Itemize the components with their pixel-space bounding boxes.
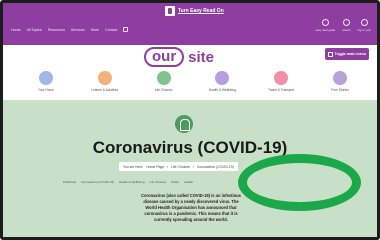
site-header: Turn Easy Read On Home All Topics Resour…	[3, 3, 377, 45]
annotation-circle	[238, 154, 361, 211]
util-label: easy read guide	[315, 28, 336, 32]
bus-icon	[274, 71, 289, 85]
nav-item-contact[interactable]: Contact	[105, 28, 117, 32]
easy-read-guide-button[interactable]: easy read guide	[315, 19, 335, 32]
util-label: search	[342, 28, 351, 32]
tag-item[interactable]: Health & Wellbeing	[119, 180, 144, 184]
device-screen: Turn Easy Read On Home All Topics Resour…	[0, 0, 380, 240]
category-travel[interactable]: Travel & Transport	[258, 71, 304, 92]
breadcrumb-separator: /	[167, 164, 169, 169]
category-navigation: Your Home Leisure & Activities Life Choi…	[23, 71, 363, 92]
category-label: Health & Wellbeing	[208, 88, 236, 92]
category-free-stories[interactable]: Free Stories	[317, 71, 363, 92]
balloon-icon	[97, 71, 112, 85]
topic-ribbon-icon	[175, 115, 193, 133]
toggle-menu-label: Toggle main menu	[334, 52, 366, 56]
breadcrumb-prefix: You are here:	[123, 164, 144, 169]
nav-item-work[interactable]: Work	[91, 28, 99, 32]
nav-item-home[interactable]: Home	[11, 28, 21, 32]
site-logo[interactable]: our site	[144, 47, 214, 67]
category-label: Your Home	[38, 88, 54, 92]
tag-item[interactable]: Coronavirus (COVID-19)	[81, 180, 114, 184]
util-label: log in / join	[357, 28, 371, 32]
easy-read-label: Turn Easy Read On	[178, 8, 224, 14]
easy-read-icon	[165, 6, 175, 16]
category-leisure[interactable]: Leisure & Activities	[82, 71, 128, 92]
category-label: Free Stories	[331, 88, 349, 92]
question-icon	[321, 19, 329, 26]
article-intro: Coronavirus (also called COVID-19) is an…	[116, 193, 266, 223]
breadcrumb-life-choices[interactable]: Life Choices	[171, 165, 190, 169]
person-icon	[156, 71, 171, 85]
tag-item: Published	[63, 180, 77, 184]
nav-item-resources[interactable]: Resources	[48, 28, 65, 32]
header-utilities: easy read guide search log in / join	[315, 19, 371, 32]
logo-our: our	[144, 47, 185, 67]
home-icon	[39, 71, 53, 85]
breadcrumb-current: Coronavirus (COVID-19)	[196, 164, 234, 169]
easy-read-toggle[interactable]: Turn Easy Read On	[165, 6, 224, 16]
social-icon[interactable]	[123, 27, 129, 32]
user-icon	[360, 19, 368, 26]
intro-line: currently spreading around the world.	[154, 217, 228, 222]
tag-item[interactable]: Life Choices	[150, 180, 167, 184]
category-label: Travel & Transport	[268, 88, 295, 92]
logo-site: site	[188, 48, 215, 66]
tag-item[interactable]: Public	[171, 180, 179, 184]
login-button[interactable]: log in / join	[358, 19, 371, 32]
breadcrumb-separator: /	[192, 164, 194, 169]
category-life-choices[interactable]: Life Choices	[141, 71, 187, 92]
menu-icon	[327, 51, 333, 57]
tag-item[interactable]: Health	[184, 180, 193, 184]
article-tags: Published Coronavirus (COVID-19) Health …	[63, 180, 193, 184]
top-navigation: Home All Topics Resources Services Work …	[11, 27, 129, 32]
breadcrumb: You are here: Home Page / Life Choices /…	[119, 162, 238, 171]
category-health[interactable]: Health & Wellbeing	[199, 71, 245, 92]
heart-icon	[215, 71, 230, 85]
breadcrumb-home[interactable]: Home Page	[146, 165, 164, 169]
category-your-home[interactable]: Your Home	[23, 71, 69, 92]
category-label: Life Choices	[154, 88, 173, 92]
search-icon	[342, 19, 350, 26]
nav-item-services[interactable]: Services	[71, 28, 85, 32]
toggle-main-menu-button[interactable]: Toggle main menu	[324, 48, 369, 60]
search-button[interactable]: search	[342, 19, 351, 32]
book-icon	[332, 71, 347, 85]
category-label: Leisure & Activities	[91, 88, 119, 92]
nav-item-topics[interactable]: All Topics	[27, 28, 42, 32]
